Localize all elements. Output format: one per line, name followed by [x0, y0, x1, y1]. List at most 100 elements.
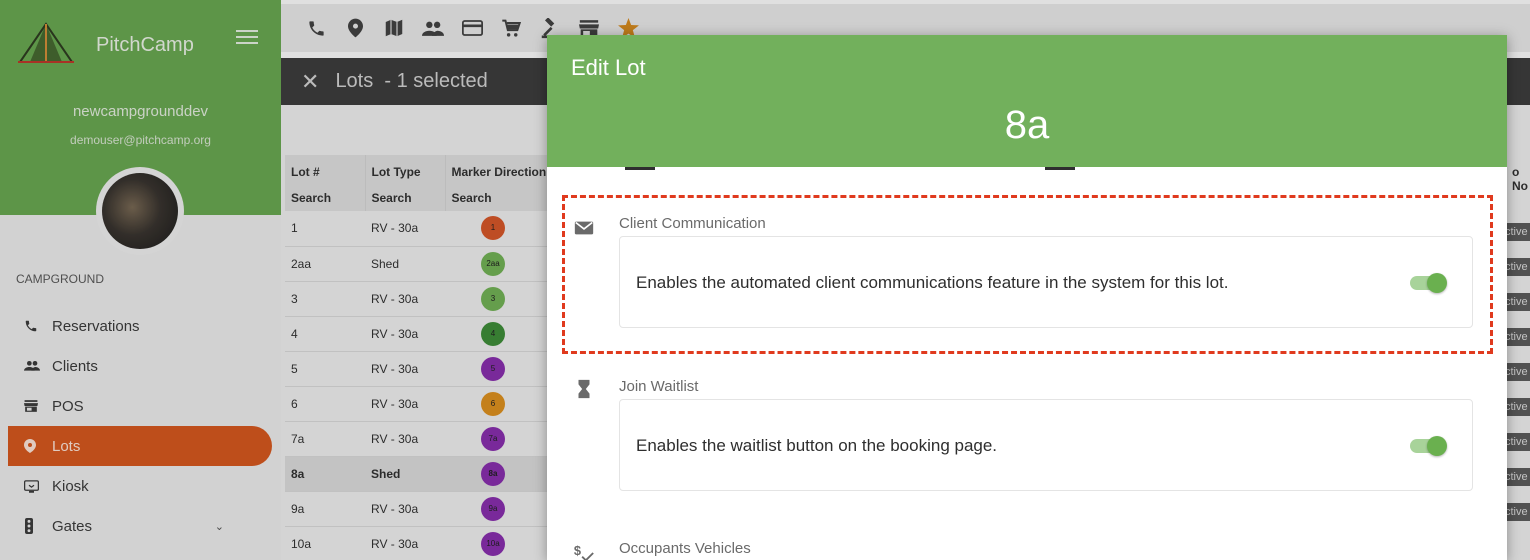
sidebar-item-label: Gates: [52, 517, 93, 535]
sidebar-item-pos[interactable]: POS: [8, 386, 272, 426]
dollar-check-icon: $: [574, 543, 594, 560]
table-row[interactable]: 9a RV - 30a 9a: [285, 491, 555, 527]
marker-pin-icon[interactable]: 9a: [481, 496, 505, 521]
hourglass-icon: [578, 379, 590, 399]
cell-lot: 6: [285, 386, 365, 422]
status-badge: ctive: [1503, 433, 1530, 451]
people-icon[interactable]: [422, 17, 444, 39]
cell-lot-type: RV - 30a: [365, 211, 445, 247]
lot-name: 8a: [1004, 103, 1050, 147]
user-email: demouser@pitchcamp.org: [70, 133, 211, 147]
cell-lot-type: Shed: [365, 456, 445, 492]
people-icon: [24, 360, 52, 372]
sidebar-item-lots[interactable]: Lots: [8, 426, 272, 466]
table-row[interactable]: 8a Shed 8a: [285, 456, 555, 492]
cell-marker: 5: [445, 351, 555, 387]
hamburger-menu-icon[interactable]: [236, 30, 258, 48]
selection-title: Lots - 1 selected: [335, 70, 488, 92]
sidebar-item-label: Lots: [52, 437, 81, 455]
marker-pin-icon[interactable]: 8a: [481, 461, 505, 486]
section-label-campground: CAMPGROUND: [16, 272, 105, 286]
status-badge: ctive: [1503, 293, 1530, 311]
lots-table: Lot # Search Lot Type Search Marker Direct…: [285, 155, 556, 560]
cell-marker: 1: [445, 211, 555, 247]
sidebar-item-gates[interactable]: Gates ⌄: [8, 506, 272, 546]
column-header-lot[interactable]: Lot # Search: [285, 155, 366, 211]
cart-icon[interactable]: [500, 17, 522, 39]
setting-card: Enables the waitlist button on the booki…: [619, 399, 1473, 491]
marker-pin-icon[interactable]: 5: [481, 356, 505, 381]
cell-lot-type: RV - 30a: [365, 491, 445, 527]
cell-lot: 1: [285, 211, 365, 247]
column-header-marker-direction[interactable]: Marker Direction Search: [445, 155, 556, 211]
cell-lot-type: Shed: [365, 246, 445, 282]
cell-lot: 3: [285, 281, 365, 317]
location-pin-icon[interactable]: [344, 17, 366, 39]
status-badge: ctive: [1503, 328, 1530, 346]
cell-lot: 9a: [285, 491, 365, 527]
close-icon[interactable]: ✕: [301, 69, 319, 95]
cell-lot: 2aa: [285, 246, 365, 282]
chevron-down-icon[interactable]: ⌄: [215, 520, 224, 533]
cell-lot-type: RV - 30a: [365, 386, 445, 422]
marker-pin-icon[interactable]: 1: [481, 216, 505, 241]
sidebar-item-label: Clients: [52, 357, 98, 375]
cell-marker: 6: [445, 386, 555, 422]
map-icon[interactable]: [383, 17, 405, 39]
avatar[interactable]: [96, 167, 184, 255]
marker-pin-icon[interactable]: 6: [481, 391, 505, 416]
cell-lot-type: RV - 30a: [365, 421, 445, 457]
table-row[interactable]: 5 RV - 30a 5: [285, 351, 555, 387]
column-header-lot-type[interactable]: Lot Type Search: [365, 155, 446, 211]
status-badge: ctive: [1503, 223, 1530, 241]
credit-card-icon[interactable]: [461, 17, 483, 39]
setting-label: Occupants Vehicles: [619, 540, 751, 557]
table-row[interactable]: 2aa Shed 2aa: [285, 246, 555, 282]
marker-pin-icon[interactable]: 10a: [481, 531, 505, 556]
setting-description: Enables the automated client communicati…: [636, 273, 1229, 292]
search-field[interactable]: Search: [291, 191, 359, 205]
phone-icon[interactable]: [305, 17, 327, 39]
client-communication-toggle[interactable]: [1410, 272, 1447, 293]
search-field[interactable]: Search: [452, 191, 549, 205]
cell-lot: 4: [285, 316, 365, 352]
setting-label: Client Communication: [619, 215, 766, 232]
cell-lot: 8a: [285, 456, 365, 492]
tent-logo-icon: [18, 22, 74, 63]
sidebar-item-label: Kiosk: [52, 477, 89, 495]
setting-label: Join Waitlist: [619, 378, 699, 395]
sidebar-item-reservations[interactable]: Reservations: [8, 306, 272, 346]
status-badge: ctive: [1503, 468, 1530, 486]
sidebar-item-clients[interactable]: Clients: [8, 346, 272, 386]
traffic-light-icon: [24, 518, 52, 534]
location-pin-icon: [24, 439, 52, 453]
cell-lot-type: RV - 30a: [365, 316, 445, 352]
status-badge: ctive: [1503, 363, 1530, 381]
marker-pin-icon[interactable]: 4: [481, 321, 505, 346]
phone-icon: [24, 319, 52, 333]
join-waitlist-toggle[interactable]: [1410, 435, 1447, 456]
table-row[interactable]: 10a RV - 30a 10a: [285, 526, 555, 560]
cell-lot: 7a: [285, 421, 365, 457]
status-badge: ctive: [1503, 258, 1530, 276]
marker-pin-icon[interactable]: 3: [481, 286, 505, 311]
table-row[interactable]: 7a RV - 30a 7a: [285, 421, 555, 457]
cell-lot: 10a: [285, 526, 365, 560]
sidebar-item-label: POS: [52, 397, 84, 415]
column-header-notes: o No: [1512, 165, 1528, 193]
cell-lot-type: RV - 30a: [365, 281, 445, 317]
table-row[interactable]: 4 RV - 30a 4: [285, 316, 555, 352]
kiosk-icon: [24, 479, 52, 493]
table-row[interactable]: 6 RV - 30a 6: [285, 386, 555, 422]
sidebar-item-kiosk[interactable]: Kiosk: [8, 466, 272, 506]
envelope-icon: [574, 221, 594, 235]
cell-marker: 9a: [445, 491, 555, 527]
cell-marker: 2aa: [445, 246, 555, 282]
table-row[interactable]: 3 RV - 30a 3: [285, 281, 555, 317]
marker-pin-icon[interactable]: 7a: [481, 426, 505, 451]
search-field[interactable]: Search: [372, 191, 439, 205]
marker-pin-icon[interactable]: 2aa: [481, 251, 505, 276]
status-badge: ctive: [1503, 398, 1530, 416]
table-row[interactable]: 1 RV - 30a 1: [285, 211, 555, 247]
username: newcampgrounddev: [72, 103, 209, 120]
